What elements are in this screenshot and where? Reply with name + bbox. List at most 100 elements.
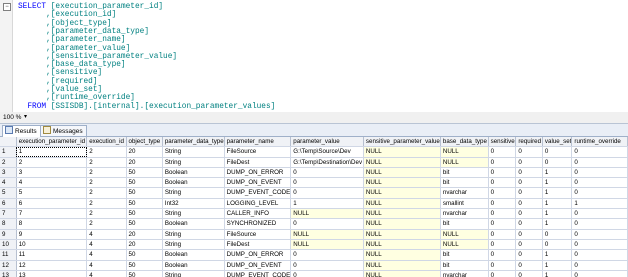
grid-cell[interactable]: 0	[488, 157, 517, 168]
grid-cell[interactable]: NULL	[363, 229, 441, 240]
grid-cell[interactable]: 0	[515, 157, 543, 168]
grid-cell[interactable]: 6	[16, 198, 88, 210]
grid-cell[interactable]: NULL	[440, 229, 489, 240]
row-number[interactable]: 12	[0, 260, 17, 271]
row-number[interactable]: 2	[0, 157, 17, 168]
results-grid[interactable]: execution_parameter_id execution_id object…	[0, 137, 628, 277]
grid-corner[interactable]	[0, 137, 17, 148]
row-number[interactable]: 10	[0, 239, 17, 251]
column-header[interactable]: parameter_data_type	[162, 137, 225, 148]
grid-cell[interactable]: 0	[488, 260, 517, 271]
grid-cell[interactable]: NULL	[363, 157, 441, 168]
grid-cell[interactable]: 0	[488, 167, 517, 179]
column-header[interactable]: execution_parameter_id	[16, 137, 88, 148]
grid-cell[interactable]: Boolean	[162, 218, 225, 230]
grid-cell[interactable]: NULL	[440, 146, 489, 158]
grid-cell[interactable]: 0	[542, 229, 573, 240]
table-row[interactable]: 7 7 2 50 String CALLER_INFO NULL NULL nvarchar 0 0…	[0, 208, 628, 220]
collapse-toggle[interactable]: −	[3, 3, 11, 11]
grid-cell[interactable]: 50	[126, 177, 163, 189]
grid-cell[interactable]: Boolean	[162, 249, 225, 261]
grid-cell[interactable]: 2	[86, 198, 127, 210]
grid-cell[interactable]: 50	[126, 167, 163, 179]
grid-cell[interactable]: String	[162, 208, 225, 220]
query-editor[interactable]: − SELECT [execution_parameter_id] ,[exec…	[0, 0, 628, 113]
zoom-dropdown-icon[interactable]: ▾	[24, 112, 27, 123]
column-header[interactable]: required	[515, 137, 543, 148]
grid-cell[interactable]: 50	[126, 187, 163, 199]
grid-cell[interactable]: NULL	[363, 249, 441, 261]
table-row[interactable]: 4 4 2 50 Boolean DUMP_ON_EVENT 0 NULL bit 0 0 1 0	[0, 177, 628, 189]
grid-cell[interactable]: Boolean	[162, 177, 225, 189]
grid-cell[interactable]: DUMP_ON_ERROR	[224, 167, 292, 179]
grid-cell[interactable]: 1	[542, 260, 573, 271]
column-header[interactable]: sensitive	[488, 137, 517, 148]
table-row[interactable]: 2 2 2 20 String FileDest G:\Temp\Destination\D…	[0, 157, 628, 168]
grid-cell[interactable]: 0	[488, 249, 517, 261]
grid-cell[interactable]: 12	[16, 260, 88, 271]
grid-cell[interactable]: 4	[16, 177, 88, 189]
grid-cell[interactable]: 50	[126, 218, 163, 230]
grid-cell[interactable]: NULL	[363, 260, 441, 271]
grid-cell[interactable]: 0	[515, 146, 543, 158]
grid-cell[interactable]: bit	[440, 167, 489, 179]
grid-cell[interactable]: LOGGING_LEVEL	[224, 198, 292, 210]
grid-cell[interactable]: 0	[290, 187, 364, 199]
grid-cell[interactable]: 0	[515, 177, 543, 189]
row-number[interactable]: 6	[0, 198, 17, 210]
grid-cell[interactable]: 1	[542, 167, 573, 179]
table-row[interactable]: 6 6 2 50 Int32 LOGGING_LEVEL 1 NULL smallint 0 0 1 1	[0, 198, 628, 210]
grid-cell[interactable]: 50	[126, 260, 163, 271]
grid-cell[interactable]: 5	[16, 187, 88, 199]
tab-messages[interactable]: Messages	[40, 125, 87, 136]
grid-cell[interactable]: 0	[515, 249, 543, 261]
column-header[interactable]: execution_id	[86, 137, 127, 148]
grid-cell[interactable]: NULL	[363, 187, 441, 199]
grid-cell[interactable]: 0	[542, 239, 573, 251]
table-row[interactable]: 9 9 4 20 String FileSource NULL NULL NULL 0 0 0 0	[0, 229, 628, 240]
grid-cell[interactable]: DUMP_ON_ERROR	[224, 249, 292, 261]
grid-cell[interactable]: 0	[515, 270, 543, 277]
grid-cell[interactable]: 0	[290, 167, 364, 179]
column-header[interactable]: sensitive_parameter_value	[363, 137, 441, 148]
grid-cell[interactable]: 1	[290, 198, 364, 210]
grid-cell[interactable]: G:\Temp\Destination\Dev	[290, 157, 364, 168]
grid-cell[interactable]: 9	[16, 229, 88, 240]
grid-cell[interactable]: NULL	[290, 208, 364, 220]
zoom-level[interactable]: 100 %	[3, 112, 21, 123]
grid-cell[interactable]: 0	[571, 270, 628, 277]
grid-cell[interactable]: Boolean	[162, 260, 225, 271]
grid-cell[interactable]: DUMP_EVENT_CODE	[224, 187, 292, 199]
grid-cell[interactable]: 0	[571, 187, 628, 199]
grid-cell[interactable]: 50	[126, 270, 163, 277]
grid-cell[interactable]: 20	[126, 229, 163, 240]
grid-cell[interactable]: String	[162, 239, 225, 251]
grid-cell[interactable]: 0	[515, 187, 543, 199]
grid-cell[interactable]: 0	[488, 229, 517, 240]
column-header[interactable]: parameter_value	[290, 137, 364, 148]
grid-cell[interactable]: 0	[571, 167, 628, 179]
grid-cell[interactable]: String	[162, 229, 225, 240]
grid-cell[interactable]: NULL	[363, 208, 441, 220]
table-row[interactable]: 1 1 2 20 String FileSource G:\Temp\Source\Dev N…	[0, 146, 628, 158]
grid-cell[interactable]: NULL	[363, 239, 441, 251]
grid-cell[interactable]: DUMP_ON_EVENT	[224, 260, 292, 271]
row-number[interactable]: 5	[0, 187, 17, 199]
grid-cell[interactable]: 4	[86, 229, 127, 240]
row-number[interactable]: 8	[0, 218, 17, 230]
grid-cell[interactable]: 2	[86, 157, 127, 168]
grid-cell[interactable]: 1	[542, 208, 573, 220]
grid-cell[interactable]: 0	[515, 167, 543, 179]
column-header[interactable]: parameter_name	[224, 137, 292, 148]
row-number[interactable]: 11	[0, 249, 17, 261]
grid-cell[interactable]: 4	[86, 249, 127, 261]
grid-cell[interactable]: 1	[542, 187, 573, 199]
grid-cell[interactable]: DUMP_EVENT_CODE	[224, 270, 292, 277]
grid-cell[interactable]: bit	[440, 177, 489, 189]
grid-cell[interactable]: G:\Temp\Source\Dev	[290, 146, 364, 158]
grid-cell[interactable]: 0	[290, 218, 364, 230]
grid-cell[interactable]: FileSource	[224, 229, 292, 240]
grid-cell[interactable]: 10	[16, 239, 88, 251]
grid-cell[interactable]: nvarchar	[440, 187, 489, 199]
grid-cell[interactable]: Int32	[162, 198, 225, 210]
